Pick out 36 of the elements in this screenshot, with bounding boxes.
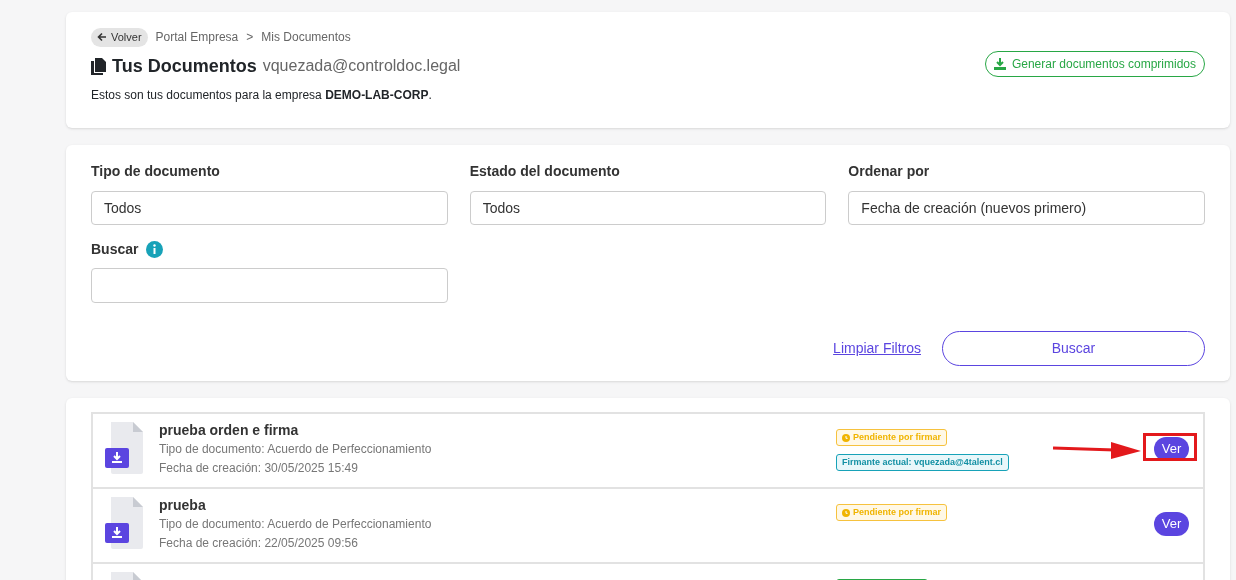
highlight-frame (1143, 433, 1197, 461)
field-label: Estado del documento (469, 162, 621, 181)
breadcrumb-current: Mis Documentos (261, 29, 351, 47)
document-date: Fecha de creación: 22/05/2025 09:56 (159, 535, 359, 552)
search-field[interactable] (91, 268, 448, 303)
document-date: Fecha de creación: 30/05/2025 15:49 (159, 460, 359, 477)
info-icon[interactable] (146, 241, 164, 258)
download-icon (993, 58, 1006, 70)
status-badge: Firmante actual: vquezada@4talent.cl (836, 454, 1009, 471)
description-text: Estos son tus documentos para la empresa DEMO-LAB-CORP. (91, 86, 433, 104)
page-title: Tus Documentos (112, 54, 257, 78)
status-badge: Pendiente por firmar (836, 504, 948, 521)
arrow-left-icon (97, 32, 107, 43)
document-title: prueba (159, 496, 207, 515)
breadcrumb-separator: > (246, 29, 254, 47)
clock-icon (842, 433, 850, 442)
select-field[interactable]: Todos (469, 191, 827, 225)
back-button[interactable]: Volver (91, 28, 148, 47)
select-field[interactable]: Todos (91, 191, 448, 225)
breadcrumb-link[interactable]: Portal Empresa (155, 28, 239, 47)
document-type: Tipo de documento: Acuerdo de Perfeccionamiento (159, 441, 433, 458)
clock-icon (842, 508, 850, 517)
documents-icon (91, 57, 106, 75)
field-label: Tipo de documento (91, 162, 221, 181)
document-download-icon (105, 497, 143, 549)
document-download-icon (105, 422, 143, 474)
field-label: Buscar (91, 240, 139, 259)
view-button[interactable]: Ver (1154, 436, 1189, 461)
user-email: vquezada@controldoc.legal (262, 56, 461, 76)
clear-filters-link[interactable]: Limpiar Filtros (833, 338, 921, 359)
document-title: prueba orden e firma (159, 421, 300, 440)
document-type: Tipo de documento: Acuerdo de Perfeccionamiento (159, 516, 433, 533)
field-label: Ordenar por (848, 162, 931, 181)
view-button[interactable]: Ver (1154, 511, 1189, 536)
status-badge: Pendiente por firmar (836, 429, 948, 446)
select-field[interactable]: Fecha de creación (nuevos primero) (848, 191, 1205, 225)
